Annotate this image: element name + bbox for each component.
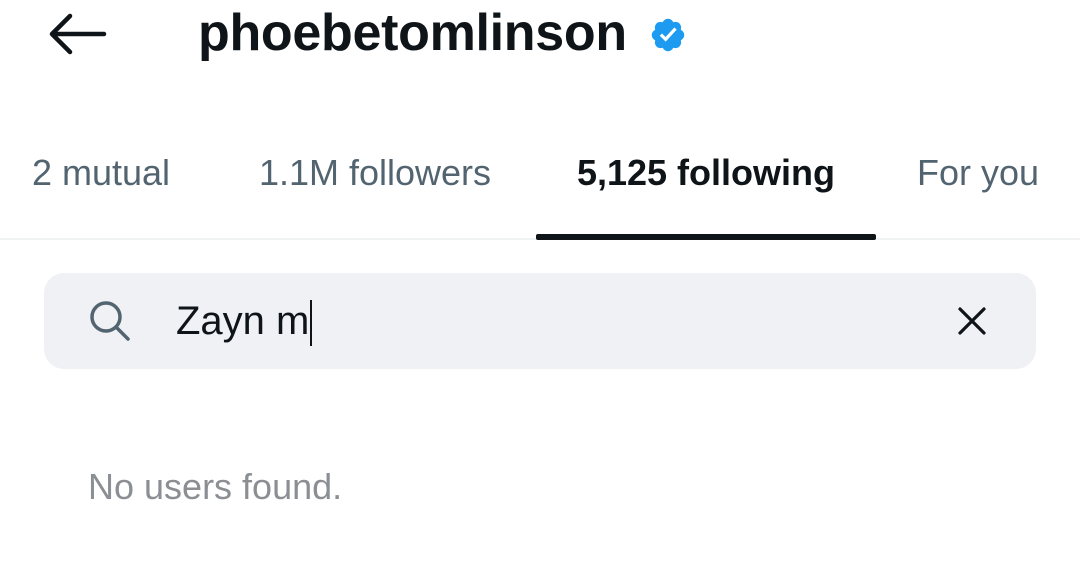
search-bar: Zayn m xyxy=(44,273,1036,369)
tab-followers[interactable]: 1.1M followers xyxy=(236,130,514,238)
tab-mutual[interactable]: 2 mutual xyxy=(0,130,202,238)
tab-label: 1.1M followers xyxy=(258,152,492,193)
tab-for-you[interactable]: For you xyxy=(896,130,1060,238)
back-button[interactable] xyxy=(36,6,116,62)
tab-label: For you xyxy=(916,152,1040,193)
active-tab-indicator xyxy=(536,234,876,240)
empty-results-message: No users found. xyxy=(88,466,343,507)
tab-following[interactable]: 5,125 following xyxy=(536,130,876,240)
arrow-left-icon xyxy=(49,13,107,55)
verified-badge-icon xyxy=(649,16,687,54)
search-input-value: Zayn m xyxy=(176,299,310,343)
search-input[interactable]: Zayn m xyxy=(176,297,313,347)
text-caret xyxy=(310,300,313,347)
username-label: phoebetomlinson xyxy=(198,4,627,62)
top-bar: phoebetomlinson xyxy=(0,0,1080,100)
clear-search-button[interactable] xyxy=(950,299,994,343)
profile-title: phoebetomlinson xyxy=(198,0,687,66)
search-icon xyxy=(88,299,132,343)
tab-label: 5,125 following xyxy=(576,152,836,193)
close-icon xyxy=(958,307,986,335)
tab-bar: 2 mutual 1.1M followers 5,125 following … xyxy=(0,130,1080,240)
tab-label: 2 mutual xyxy=(31,152,171,193)
